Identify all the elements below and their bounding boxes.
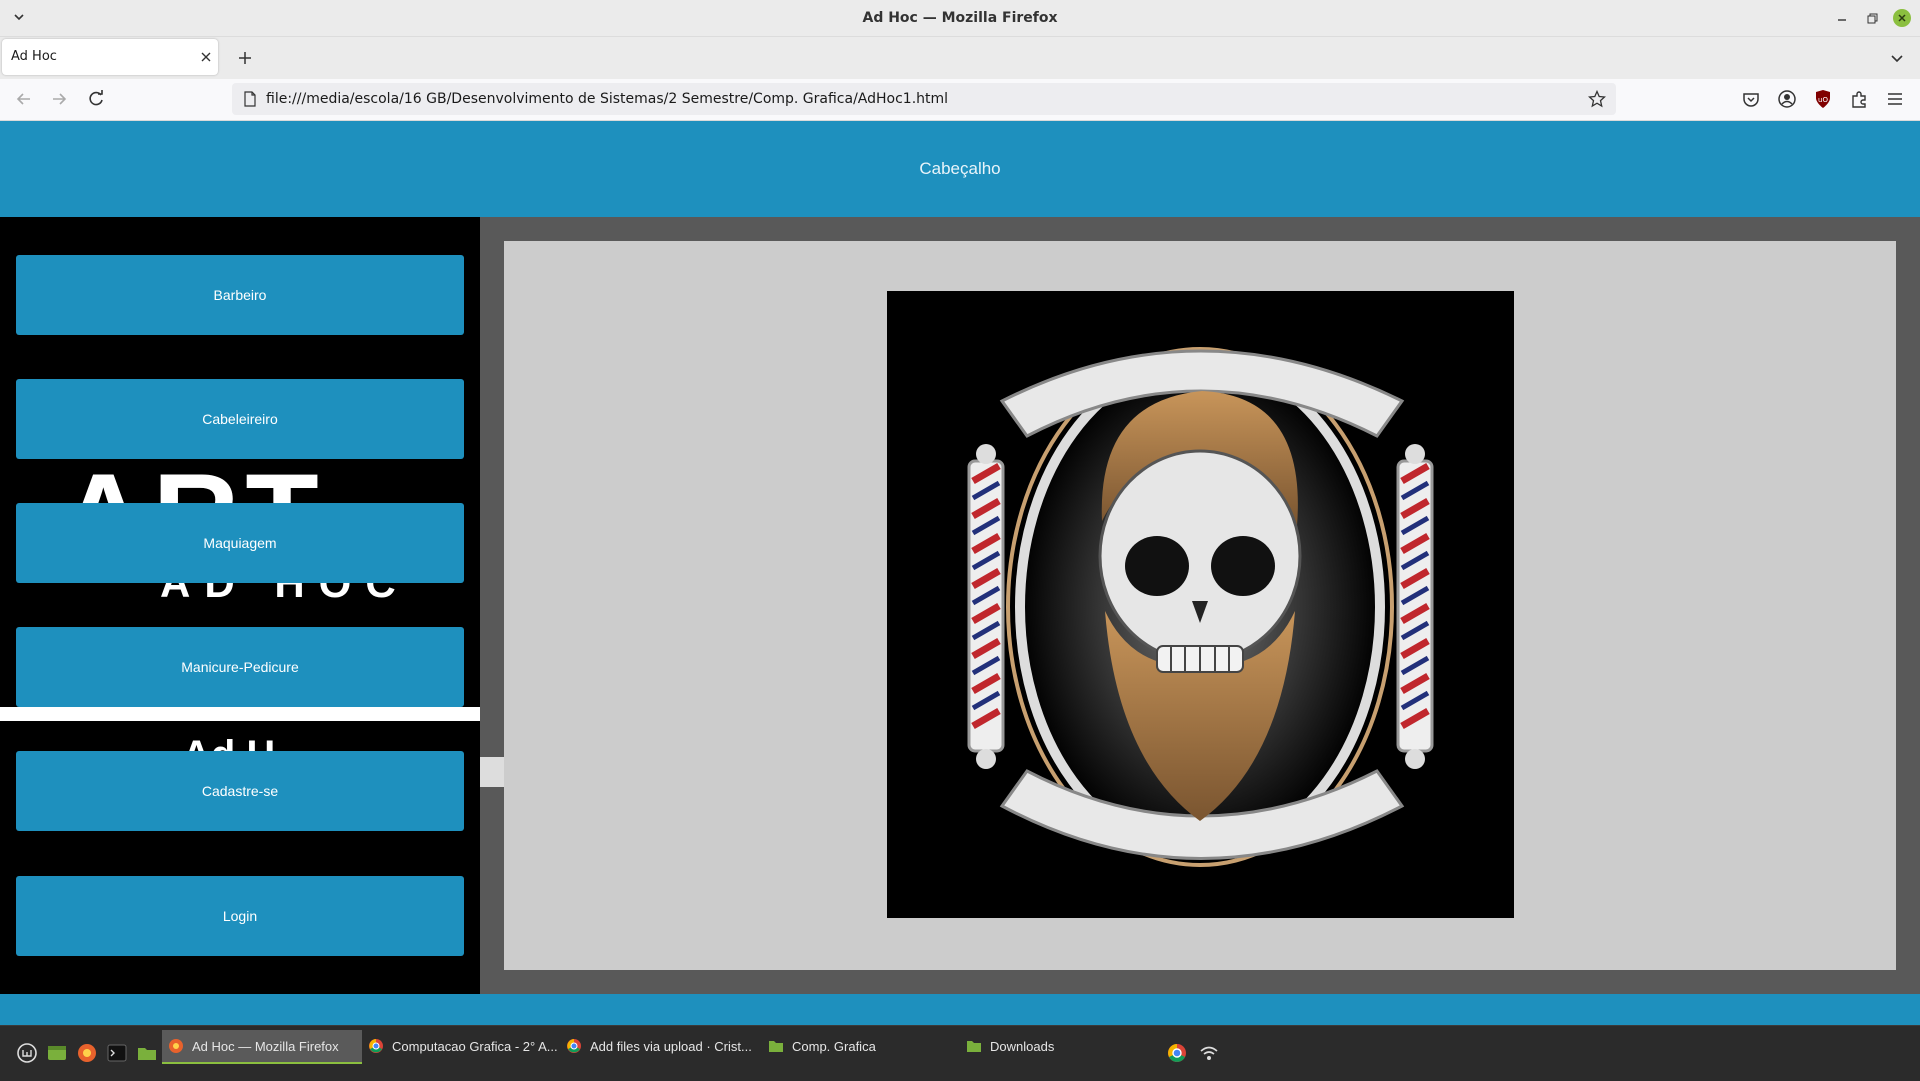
svg-text:uO: uO [1818, 96, 1828, 104]
page-icon [242, 91, 258, 107]
show-desktop-icon[interactable] [46, 1042, 68, 1064]
wifi-icon[interactable] [1198, 1042, 1220, 1064]
menu-button-cabeleireiro[interactable]: Cabeleireiro [16, 379, 464, 459]
main-content-area [480, 217, 1920, 994]
terminal-icon[interactable] [106, 1042, 128, 1064]
window-menu-chevron-icon[interactable] [8, 6, 30, 28]
bookmark-star-icon[interactable] [1587, 89, 1607, 108]
taskbar-window-label: Downloads [990, 1038, 1055, 1054]
bg-fragment [480, 757, 504, 787]
chrome-tray-icon[interactable] [1166, 1042, 1188, 1064]
list-all-tabs-chevron-icon[interactable] [1886, 47, 1908, 69]
firefox-icon [169, 1039, 183, 1053]
taskbar-window-chrome-computacao[interactable]: Computacao Grafica - 2° A... [362, 1030, 567, 1062]
page-viewport: Cabeçalho ART AD HOC Ad H Barbeiro Cabel… [0, 121, 1920, 1025]
page-header: Cabeçalho [0, 121, 1920, 217]
header-text: Cabeçalho [919, 159, 1001, 178]
window-title: Ad Hoc — Mozilla Firefox [862, 10, 1058, 26]
chrome-icon [567, 1039, 581, 1053]
chrome-icon [369, 1039, 383, 1053]
reload-icon[interactable] [85, 88, 107, 110]
tab-ad-hoc[interactable]: Ad Hoc [2, 39, 218, 75]
mint-menu-icon[interactable] [16, 1042, 38, 1064]
pocket-icon[interactable] [1740, 88, 1762, 110]
close-window-icon[interactable] [1891, 7, 1913, 29]
new-tab-plus-icon[interactable] [234, 47, 256, 69]
menu-button-login[interactable]: Login [16, 876, 464, 956]
taskbar-window-downloads[interactable]: Downloads [960, 1030, 1150, 1062]
folder-icon [769, 1041, 783, 1052]
barbershop-skull-logo-image [887, 291, 1514, 918]
taskbar-window-firefox[interactable]: Ad Hoc — Mozilla Firefox [162, 1030, 362, 1064]
menu-button-cadastre-se[interactable]: Cadastre-se [16, 751, 464, 831]
tab-label: Ad Hoc [11, 49, 57, 64]
menu-button-maquiagem[interactable]: Maquiagem [16, 503, 464, 583]
taskbar-window-label: Ad Hoc — Mozilla Firefox [192, 1038, 339, 1054]
window-titlebar: Ad Hoc — Mozilla Firefox [0, 0, 1920, 37]
taskbar-window-label: Computacao Grafica - 2° A... [392, 1038, 558, 1054]
menu-button-manicure-pedicure[interactable]: Manicure-Pedicure [16, 627, 464, 707]
sidebar-bg-stripe [0, 707, 480, 721]
close-tab-icon[interactable] [198, 49, 214, 65]
navigation-toolbar: file:///media/escola/16 GB/Desenvolvimen… [0, 79, 1920, 121]
address-bar[interactable]: file:///media/escola/16 GB/Desenvolvimen… [232, 83, 1616, 115]
taskbar-window-label: Comp. Grafica [792, 1038, 876, 1054]
taskbar-window-chrome-upload[interactable]: Add files via upload · Crist... [560, 1030, 770, 1062]
taskbar: Ad Hoc — Mozilla Firefox Computacao Graf… [0, 1025, 1920, 1081]
url-text: file:///media/escola/16 GB/Desenvolvimen… [266, 91, 949, 107]
minimize-icon[interactable] [1831, 7, 1853, 29]
tab-bar: Ad Hoc [0, 37, 1920, 79]
account-icon[interactable] [1776, 88, 1798, 110]
taskbar-window-label: Add files via upload · Crist... [590, 1038, 752, 1054]
files-folder-icon[interactable] [136, 1042, 158, 1064]
ublock-shield-icon[interactable]: uO [1812, 88, 1834, 110]
forward-arrow-icon[interactable] [48, 88, 70, 110]
back-arrow-icon[interactable] [13, 88, 35, 110]
sidebar: ART AD HOC Ad H Barbeiro Cabeleireiro Ma… [0, 217, 480, 994]
hamburger-menu-icon[interactable] [1884, 88, 1906, 110]
menu-button-barbeiro[interactable]: Barbeiro [16, 255, 464, 335]
taskbar-window-comp-grafica[interactable]: Comp. Grafica [762, 1030, 962, 1062]
folder-icon [967, 1041, 981, 1052]
page-footer [0, 994, 1920, 1025]
restore-icon[interactable] [1861, 7, 1883, 29]
extensions-puzzle-icon[interactable] [1848, 88, 1870, 110]
firefox-launcher-icon[interactable] [76, 1042, 98, 1064]
content-panel [504, 241, 1896, 970]
